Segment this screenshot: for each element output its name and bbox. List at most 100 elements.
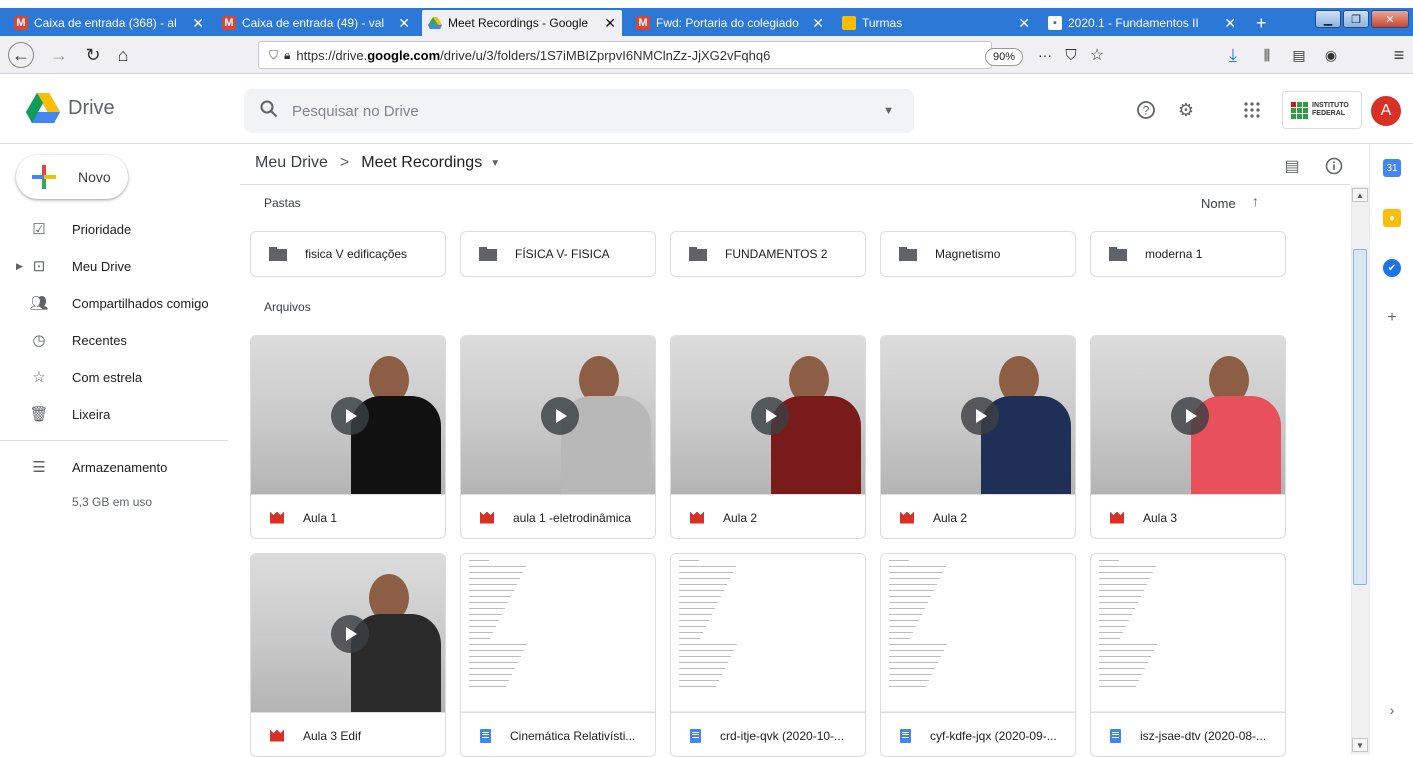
folder-name: fisica V edificações [305,247,408,261]
video-thumbnail[interactable] [251,336,445,494]
play-icon[interactable] [541,397,579,435]
scroll-up-arrow[interactable]: ▲ [1352,188,1368,202]
search-bar[interactable]: Pesquisar no Drive ▼ [244,89,914,133]
file-card[interactable]: crd-itje-qvk (2020-10-... [670,553,866,757]
sidebar-item-armazenamento[interactable]: ☰ Armazenamento [0,451,240,483]
breadcrumb-current[interactable]: Meet Recordings [361,154,482,172]
document-preview[interactable] [461,554,655,712]
calendar-icon[interactable]: 31 [1383,159,1401,177]
forward-button[interactable]: → [46,42,72,68]
download-icon[interactable]: ⤓ [1220,42,1246,68]
file-card[interactable]: Aula 3 Edif [250,553,446,757]
file-name: Cinemática Relativísti... [510,728,636,743]
home-button[interactable]: ⌂ [110,42,136,68]
tab-gmail-3[interactable]: M Fwd: Portaria do colegiado ✕ [630,10,830,36]
scrollbar-thumb[interactable] [1353,249,1367,585]
play-icon[interactable] [751,397,789,435]
menu-icon[interactable]: ≡ [1386,42,1412,68]
search-icon[interactable] [260,100,280,123]
folder-item[interactable]: FÍSICA V- FISICA [460,231,656,277]
file-card[interactable]: isz-jsae-dtv (2020-08-... [1090,553,1286,757]
add-addon-icon[interactable]: + [1383,309,1401,327]
sidebar-item-com-estrela[interactable]: ☆ Com estrela [0,361,240,393]
new-button[interactable]: Novo [16,155,128,199]
video-thumbnail[interactable] [251,554,445,712]
close-icon[interactable]: ✕ [812,15,824,32]
apps-grid-icon[interactable] [1240,98,1264,122]
file-card[interactable]: Aula 2 [670,335,866,539]
info-icon[interactable] [1323,155,1345,177]
document-preview[interactable] [671,554,865,712]
play-icon[interactable] [961,397,999,435]
folder-item[interactable]: fisica V edificações [250,231,446,277]
file-card[interactable]: Aula 2 [880,335,1076,539]
account-icon[interactable]: ◉ [1318,42,1344,68]
close-icon[interactable]: ✕ [1224,15,1236,32]
institution-logo[interactable]: INSTITUTO FEDERAL [1282,91,1362,129]
library-icon[interactable]: ⫼ [1254,42,1280,68]
document-preview[interactable] [1091,554,1285,712]
video-thumbnail[interactable] [881,336,1075,494]
list-view-icon[interactable]: ▤ [1281,155,1303,177]
classroom-icon [842,16,856,30]
sidebar-icon[interactable]: ▤ [1286,42,1312,68]
video-thumbnail[interactable] [671,336,865,494]
tab-gmail-2[interactable]: M Caixa de entrada (49) - val ✕ [216,10,416,36]
close-icon[interactable]: ✕ [1018,15,1030,32]
bookmark-star-icon[interactable]: ☆ [1084,42,1110,68]
close-icon[interactable]: ✕ [192,15,204,32]
tab-turmas[interactable]: Turmas ✕ [836,10,1036,36]
file-card[interactable]: Aula 1 [250,335,446,539]
sidebar-item-meu-drive[interactable]: ▶ ⊡ Meu Drive [0,250,240,282]
search-options-icon[interactable]: ▼ [883,105,894,117]
back-button[interactable]: ← [8,42,34,68]
institution-logo-icon [1291,101,1308,119]
tab-meet-recordings[interactable]: Meet Recordings - Google ✕ [422,10,622,36]
settings-gear-icon[interactable]: ⚙ [1174,98,1198,122]
drive-logo[interactable]: Drive [26,93,115,123]
minimize-button[interactable]: ▁ [1315,10,1341,28]
file-name: Aula 3 [1143,510,1178,525]
close-icon[interactable]: ✕ [604,15,616,32]
close-window-button[interactable]: ✕ [1371,10,1409,28]
play-icon[interactable] [1171,397,1209,435]
play-icon[interactable] [331,397,369,435]
expand-arrow-icon[interactable]: ▶ [16,261,23,272]
reload-button[interactable]: ↻ [80,42,106,68]
maximize-button[interactable]: ❐ [1343,10,1369,28]
url-bar[interactable]: ⛉ 🔒︎ https://drive.google.com/drive/u/3/… [258,41,992,69]
play-icon[interactable] [331,615,369,653]
video-thumbnail[interactable] [461,336,655,494]
tab-gmail-1[interactable]: M Caixa de entrada (368) - al ✕ [8,10,210,36]
sidebar-item-prioridade[interactable]: ☑ Prioridade [0,213,240,245]
sort-label[interactable]: Nome [1201,196,1236,211]
pocket-icon[interactable]: ⛉ [1058,42,1084,68]
file-card[interactable]: aula 1 -eletrodinâmica [460,335,656,539]
scroll-down-arrow[interactable]: ▼ [1352,738,1368,752]
search-input[interactable]: Pesquisar no Drive [292,103,883,120]
sidebar-item-lixeira[interactable]: 🗑︎ Lixeira [0,398,240,430]
sidebar-item-recentes[interactable]: ◷ Recentes [0,324,240,356]
help-icon[interactable]: ? [1134,98,1158,122]
zoom-indicator[interactable]: 90% [985,48,1023,66]
file-card[interactable]: cyf-kdfe-jqx (2020-09-... [880,553,1076,757]
folder-item[interactable]: moderna 1 [1090,231,1286,277]
expand-panel-icon[interactable]: › [1383,701,1401,719]
video-thumbnail[interactable] [1091,336,1285,494]
account-avatar[interactable]: A [1371,96,1401,126]
chevron-down-icon[interactable]: ▼ [490,158,500,169]
tasks-icon[interactable]: ✔ [1383,259,1401,277]
folder-item[interactable]: Magnetismo [880,231,1076,277]
close-icon[interactable]: ✕ [398,15,410,32]
file-card[interactable]: Aula 3 [1090,335,1286,539]
more-icon[interactable]: ··· [1032,42,1058,68]
sort-ascending-icon[interactable]: ↑ [1252,193,1259,209]
tab-fundamentos[interactable]: ▪ 2020.1 - Fundamentos II ✕ [1042,10,1242,36]
file-card[interactable]: Cinemática Relativísti... [460,553,656,757]
breadcrumb-meu-drive[interactable]: Meu Drive [255,154,328,172]
sidebar-item-compartilhados[interactable]: 👥︎ Compartilhados comigo [0,287,240,319]
new-tab-button[interactable]: + [1250,10,1274,36]
document-preview[interactable] [881,554,1075,712]
keep-icon[interactable]: ● [1383,209,1401,227]
folder-item[interactable]: FUNDAMENTOS 2 [670,231,866,277]
